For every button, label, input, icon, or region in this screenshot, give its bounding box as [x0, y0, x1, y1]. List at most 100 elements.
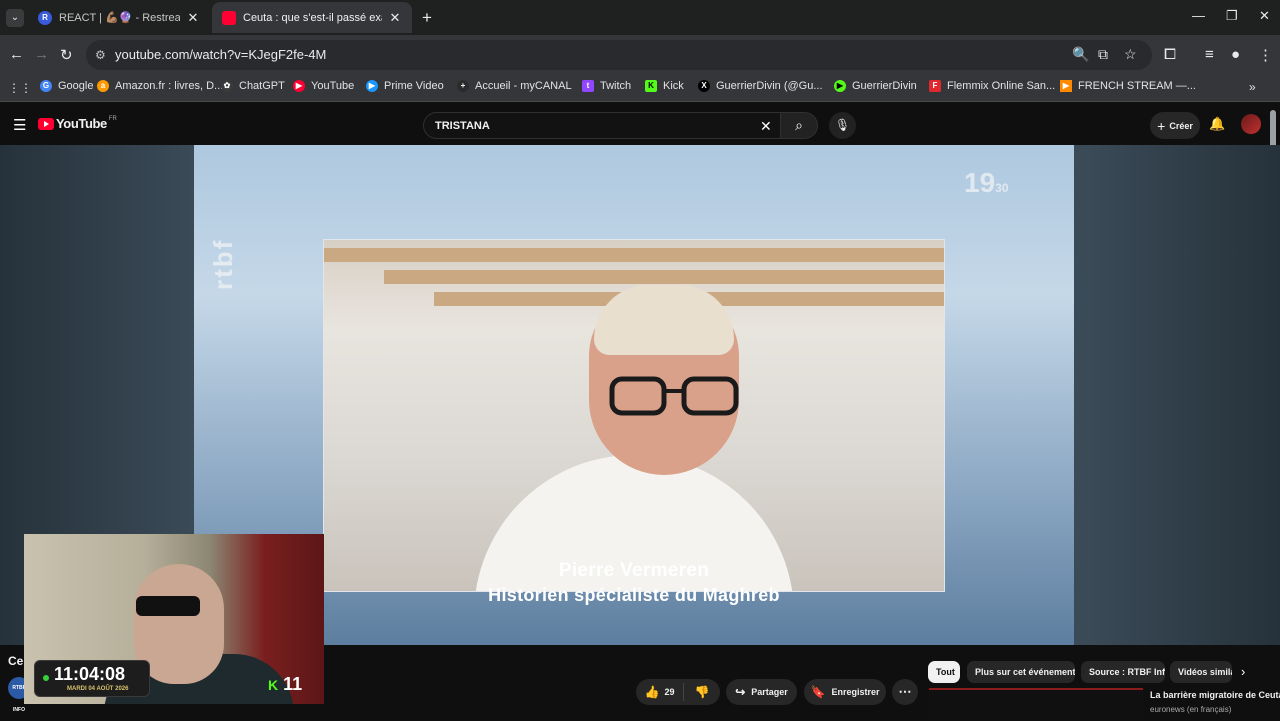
search-query: TRISTANA [435, 120, 490, 132]
create-button[interactable]: + Créer [1150, 112, 1200, 139]
minimize-icon[interactable]: — [1192, 8, 1205, 23]
restore-icon[interactable]: ❐ [1226, 8, 1238, 24]
tab-title: Ceuta : que s'est-il passé exacte [243, 11, 382, 24]
x-icon: X [698, 80, 710, 92]
media-control-icon[interactable]: ≡ [1205, 46, 1214, 63]
bookmark-x-guerrierdivin[interactable]: X GuerrierDivin (@Gu... [698, 80, 823, 92]
url-text: youtube.com/watch?v=KJegF2fe-4M [115, 47, 327, 62]
forward-icon[interactable]: → [34, 46, 49, 63]
tab-restream[interactable]: R REACT | 💪🏽🔮 - Restream ✕ [28, 2, 210, 33]
kick-viewer-count: K 11 [268, 674, 302, 695]
chip-source[interactable]: Source : RTBF Info [1081, 661, 1165, 683]
youtube-play-icon [38, 117, 54, 130]
french-stream-icon: ▶ [1060, 80, 1072, 92]
close-window-icon[interactable]: ✕ [1259, 8, 1270, 24]
sunglasses-shape [136, 596, 200, 616]
prime-video-icon: ▶ [366, 80, 378, 92]
chip-more-event[interactable]: Plus sur cet événement [967, 661, 1075, 683]
back-icon[interactable]: ← [9, 46, 24, 63]
program-logo: 1930 [964, 167, 1009, 198]
bookmarks-bar: ⋮⋮ G Google a Amazon.fr : livres, D... ✿ Ch… [0, 75, 1280, 102]
tab-strip: ⌄ R REACT | 💪🏽🔮 - Restream ✕ Ceuta : que… [0, 0, 1280, 35]
bookmark-icon: 🔖 [810, 685, 826, 699]
recommended-title[interactable]: La barrière migratoire de Ceuta [1150, 690, 1280, 700]
bookmark-kick[interactable]: K Kick [645, 80, 684, 92]
browser-toolbar: ← → ↻ ⚙ youtube.com/watch?v=KJegF2fe-4M … [0, 35, 1280, 75]
bookmark-google[interactable]: G Google [40, 80, 93, 92]
chip-related[interactable]: Vidéos similaires [1170, 661, 1232, 683]
account-avatar[interactable] [1241, 114, 1261, 134]
like-count: 29 [664, 687, 675, 697]
kick-icon: K [645, 80, 657, 92]
ceiling-beam [384, 270, 944, 284]
share-icon: ↪ [735, 685, 746, 699]
recommended-thumbnail[interactable] [929, 688, 1143, 720]
tab-youtube-video[interactable]: Ceuta : que s'est-il passé exacte ✕ [212, 2, 412, 33]
bookmark-twitch[interactable]: t Twitch [582, 80, 631, 92]
clock-date: MARDI 04 AOÛT 2026 [67, 686, 129, 692]
bookmark-amazon[interactable]: a Amazon.fr : livres, D... [97, 80, 223, 92]
speaker-name: Pierre Vermeren [558, 560, 710, 581]
youtube-logo[interactable]: YouTube FR [38, 116, 117, 131]
flemmix-icon: F [929, 80, 941, 92]
notifications-bell-icon[interactable]: 🔔 [1209, 116, 1225, 132]
twitch-icon: t [582, 80, 594, 92]
extensions-icon[interactable]: ⧠ [1164, 46, 1176, 63]
search-button[interactable]: ⌕ [780, 112, 818, 139]
bookmark-chatgpt[interactable]: ✿ ChatGPT [221, 80, 285, 92]
tab-search-icon[interactable]: ⌄ [6, 9, 24, 27]
mycanal-icon: + [457, 80, 469, 92]
new-tab-icon[interactable]: + [422, 8, 432, 28]
viewer-count: 11 [283, 674, 303, 694]
like-button[interactable]: 👍 29 [636, 683, 684, 701]
search-icon: ⌕ [795, 117, 803, 133]
recommended-channel[interactable]: euronews (en français) [1150, 705, 1231, 714]
kick-logo-icon: K [268, 676, 279, 693]
bookmark-prime-video[interactable]: ▶ Prime Video [366, 80, 444, 92]
video-player[interactable]: rtbf 1930 Pierre Vermeren Historien spéc… [194, 145, 1074, 645]
close-tab-icon[interactable]: ✕ [388, 10, 402, 26]
cast-icon[interactable]: ⧉ [1098, 46, 1108, 63]
more-actions-button[interactable]: ⋯ [892, 679, 918, 705]
site-info-icon[interactable]: ⚙ [95, 48, 106, 62]
ceiling-beam [324, 248, 944, 262]
thumbs-up-icon: 👍 [644, 685, 660, 699]
dislike-button[interactable]: 👎 [684, 685, 720, 699]
search-input[interactable]: TRISTANA ✕ [423, 112, 780, 139]
speaker-title: Historien spécialiste du Maghreb [488, 585, 780, 605]
save-button[interactable]: 🔖 Enregistrer [804, 679, 886, 705]
bookmark-youtube[interactable]: ▶ YouTube [293, 80, 354, 92]
youtube-header: ☰ YouTube FR TRISTANA ✕ ⌕ 🎙 + Créer 🔔 [0, 103, 1280, 145]
apps-grid-icon[interactable]: ⋮⋮ [8, 81, 32, 95]
voice-search-button[interactable]: 🎙 [829, 112, 856, 139]
youtube-favicon-icon [222, 10, 236, 25]
more-dots-icon: ⋯ [898, 684, 912, 699]
bookmark-flemmix[interactable]: F Flemmix Online San... [929, 80, 1055, 92]
youtube-icon: ▶ [293, 80, 305, 92]
kebab-menu-icon[interactable]: ⋮ [1258, 46, 1273, 64]
tab-title: REACT | 💪🏽🔮 - Restream [59, 12, 180, 24]
more-bookmarks-icon[interactable]: » [1249, 80, 1256, 94]
chatgpt-icon: ✿ [221, 80, 233, 92]
glasses-shape [609, 376, 739, 416]
bookmark-guerrierdivin[interactable]: ▶ GuerrierDivin [834, 80, 917, 92]
hamburger-menu-icon[interactable]: ☰ [13, 116, 26, 134]
bookmark-star-icon[interactable]: ☆ [1124, 46, 1137, 63]
address-bar[interactable]: ⚙ youtube.com/watch?v=KJegF2fe-4M 🔍 ⧉ ☆ [86, 40, 1152, 70]
zoom-icon[interactable]: 🔍 [1072, 46, 1089, 63]
like-dislike-bar: 👍 29 👎 [636, 679, 720, 705]
play-icon: ▶ [834, 80, 846, 92]
bookmark-french-stream[interactable]: ▶ FRENCH STREAM —... [1060, 80, 1196, 92]
plus-icon: + [1157, 117, 1166, 134]
bookmark-mycanal[interactable]: + Accueil - myCANAL [457, 80, 572, 92]
chip-all[interactable]: Tout [928, 661, 960, 683]
profile-icon[interactable]: ● [1231, 46, 1240, 63]
rtbf-watermark: rtbf [208, 238, 238, 290]
interviewee-hair [594, 285, 734, 355]
clear-search-icon[interactable]: ✕ [760, 118, 772, 135]
chevron-right-icon[interactable]: › [1241, 664, 1245, 679]
amazon-icon: a [97, 80, 109, 92]
share-button[interactable]: ↪ Partager [726, 679, 797, 705]
close-tab-icon[interactable]: ✕ [186, 10, 200, 26]
reload-icon[interactable]: ↻ [60, 46, 73, 64]
